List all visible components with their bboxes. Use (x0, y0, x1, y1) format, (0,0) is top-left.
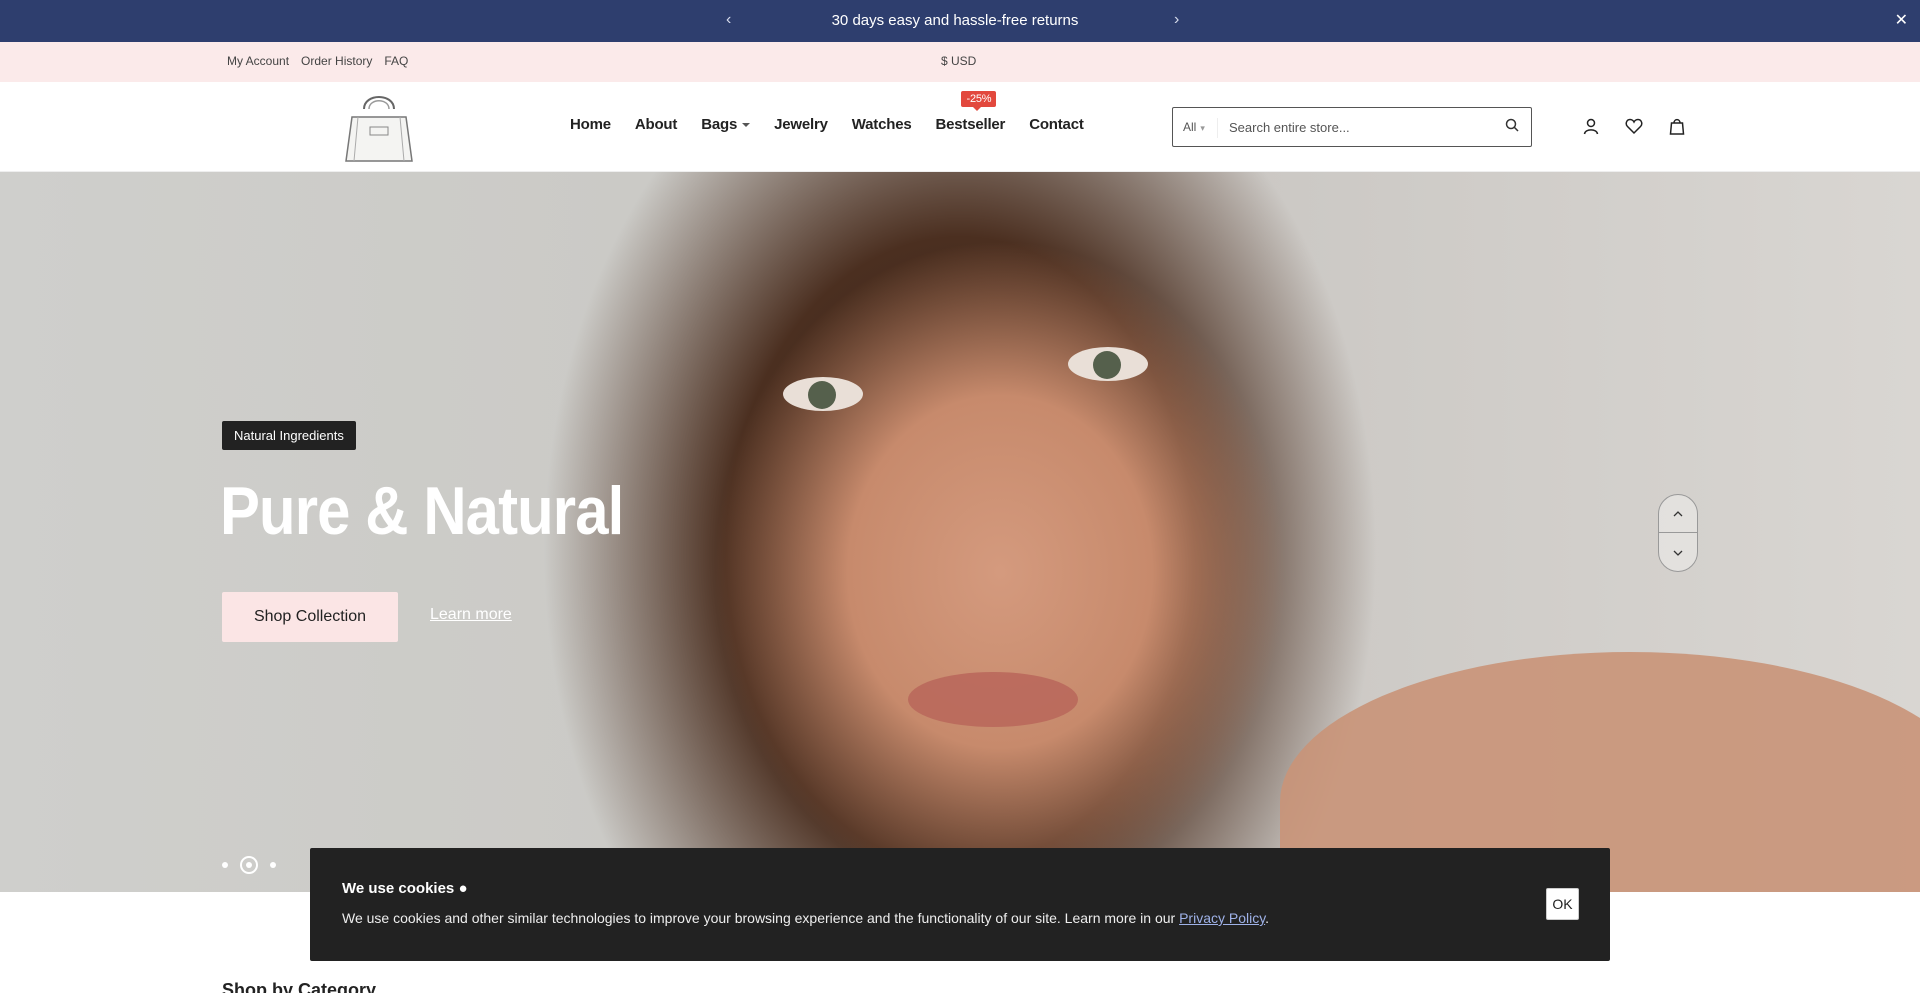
search-input[interactable] (1229, 116, 1489, 138)
handbag-logo[interactable] (340, 87, 418, 165)
slide-dot-active[interactable] (240, 856, 258, 874)
nav-item-watches[interactable]: Watches (852, 116, 912, 133)
announcement-bar: ‹ 30 days easy and hassle-free returns ›… (0, 0, 1920, 42)
currency-selector[interactable]: $ USD (941, 54, 976, 68)
announcement-message: 30 days easy and hassle-free returns (831, 12, 1079, 29)
header-icons (1582, 117, 1686, 135)
chevron-down-icon[interactable] (1659, 534, 1697, 572)
cookie-message: We use cookies and other similar technol… (342, 910, 1180, 926)
site-header: Home About Bags Jewelry Watches -25% Bes… (0, 82, 1920, 172)
hero-tag: Natural Ingredients (222, 421, 356, 450)
search-category-select[interactable]: All ▾ (1183, 120, 1205, 134)
shop-collection-button[interactable]: Shop Collection (222, 592, 398, 642)
close-icon[interactable]: ✕ (1895, 10, 1908, 30)
hero-headline: Pure & Natural (220, 473, 624, 549)
order-history-link[interactable]: Order History (301, 54, 372, 68)
nav-item-home[interactable]: Home (570, 116, 611, 133)
slider-nav (1658, 494, 1698, 572)
nav-item-contact[interactable]: Contact (1029, 116, 1084, 133)
nav-item-about[interactable]: About (635, 116, 678, 133)
chevron-down-icon: ▾ (1200, 123, 1205, 133)
hero-image-eye-left (783, 377, 863, 411)
section-title: Shop by Category (222, 980, 377, 993)
search-category-label: All (1183, 120, 1197, 134)
cookie-text: We use cookies and other similar technol… (342, 910, 1270, 926)
slide-dot[interactable] (222, 862, 228, 868)
heart-icon[interactable] (1625, 117, 1643, 135)
sale-badge: -25% (961, 91, 997, 111)
hero-image-lips (908, 672, 1078, 727)
cookie-icon: ● (458, 880, 468, 897)
search-icon[interactable] (1505, 118, 1519, 137)
cookie-banner: We use cookies ● We use cookies and othe… (310, 848, 1610, 961)
slide-pagination (222, 856, 276, 874)
hero-image-iris-right (1093, 351, 1121, 379)
faq-link[interactable]: FAQ (384, 54, 408, 68)
user-icon[interactable] (1582, 117, 1600, 135)
search-box: All ▾ (1172, 107, 1532, 147)
nav-item-bestseller[interactable]: -25% Bestseller (935, 91, 1006, 133)
slide-dot[interactable] (270, 862, 276, 868)
nav-item-bestseller-label: Bestseller (935, 116, 1006, 133)
account-links: My Account Order History FAQ (227, 54, 408, 68)
learn-more-link[interactable]: Learn more (430, 606, 512, 624)
nav-item-bags-label: Bags (701, 116, 738, 133)
chevron-up-icon[interactable] (1659, 495, 1697, 533)
chevron-down-icon (742, 123, 751, 128)
cookie-ok-button[interactable]: OK (1546, 888, 1579, 920)
chevron-right-icon[interactable]: › (1174, 11, 1179, 29)
my-account-link[interactable]: My Account (227, 54, 289, 68)
hero-image-iris-left (808, 381, 836, 409)
privacy-policy-link[interactable]: Privacy Policy (1179, 910, 1265, 926)
cart-icon[interactable] (1668, 117, 1686, 135)
hero-image-eye-right (1068, 347, 1148, 381)
cookie-title-text: We use cookies (342, 880, 455, 897)
top-links-bar: My Account Order History FAQ $ USD (0, 42, 1920, 82)
nav-item-jewelry[interactable]: Jewelry (774, 116, 828, 133)
search-divider (1217, 118, 1218, 138)
main-nav: Home About Bags Jewelry Watches -25% Bes… (570, 91, 1084, 133)
hero-banner: Natural Ingredients Pure & Natural Shop … (0, 172, 1920, 892)
cookie-title: We use cookies ● (342, 880, 468, 897)
nav-item-bags[interactable]: Bags (701, 116, 751, 133)
